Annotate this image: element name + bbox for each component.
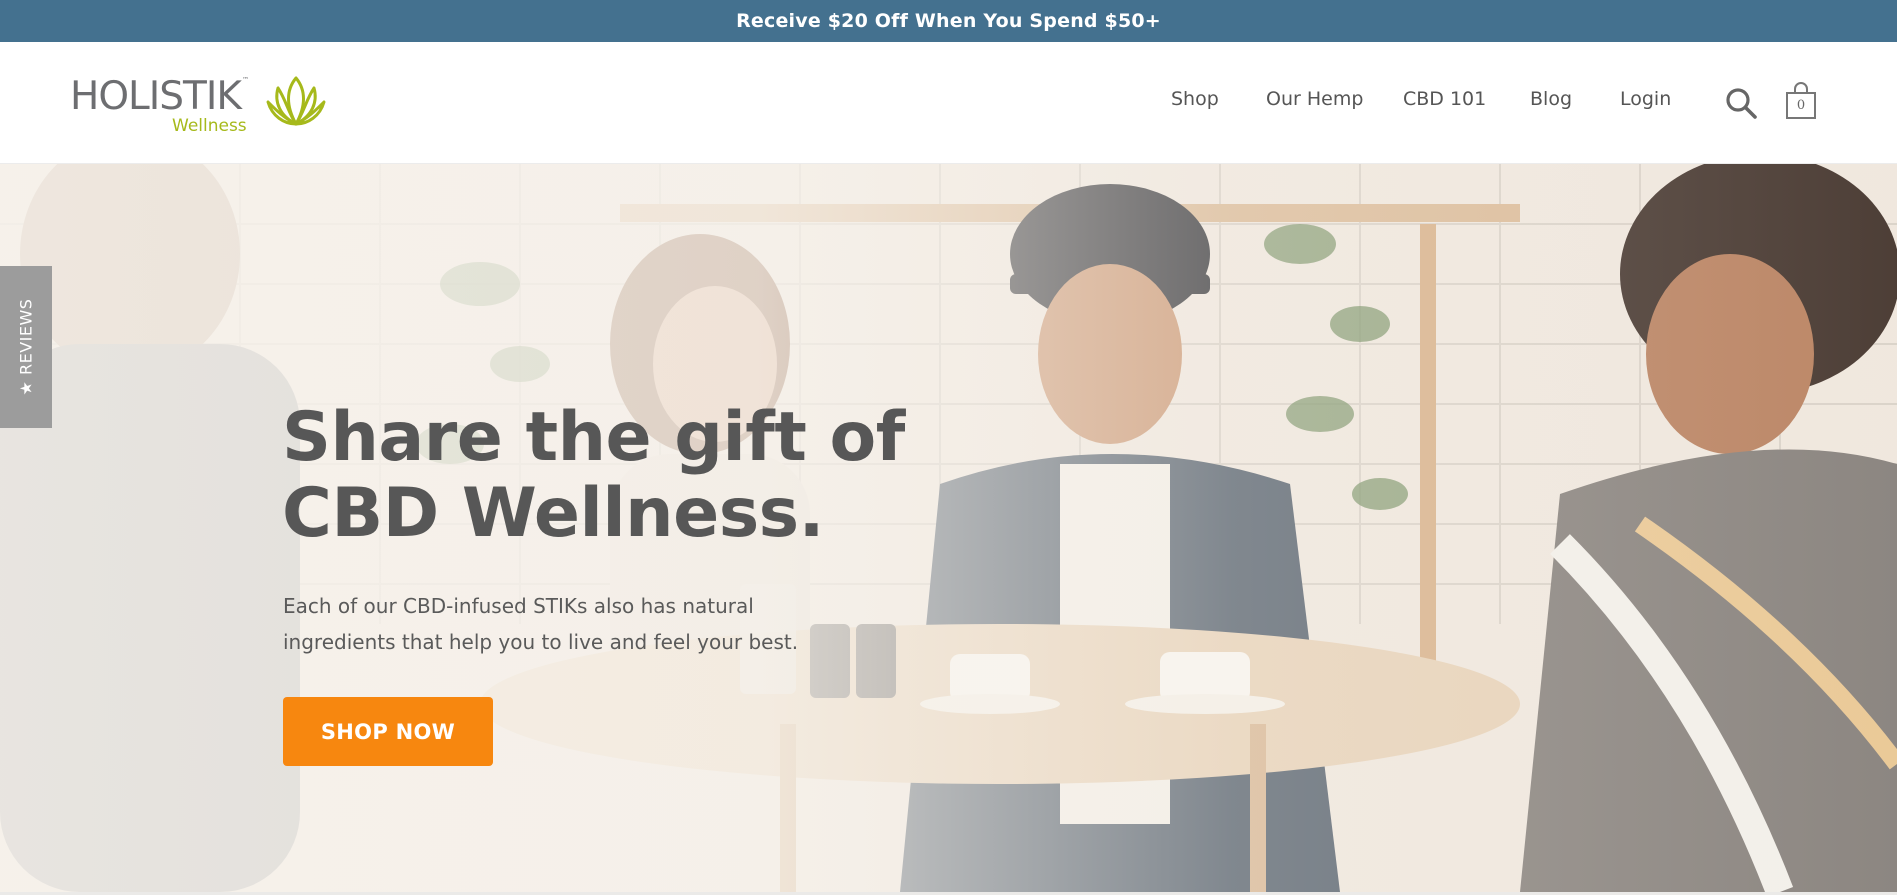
hero-title-line-2: CBD Wellness.	[282, 474, 824, 553]
nav-item-login[interactable]: Login	[1620, 88, 1671, 110]
hero-title: Share the gift of CBD Wellness.	[282, 400, 982, 552]
nav-item-shop[interactable]: Shop	[1171, 88, 1219, 110]
site-header: HOLISTIK ™ Wellness Shop Our Hemp CBD 10…	[0, 42, 1897, 164]
logo[interactable]: HOLISTIK ™ Wellness	[70, 72, 330, 142]
hero-banner: Share the gift of CBD Wellness. Each of …	[0, 164, 1897, 892]
lotus-icon	[266, 76, 326, 126]
search-icon[interactable]	[1724, 86, 1758, 120]
announcement-text: Receive $20 Off When You Spend $50+	[736, 10, 1161, 32]
hero-subtitle: Each of our CBD-infused STIKs also has n…	[283, 588, 823, 660]
hero-title-line-1: Share the gift of	[282, 398, 905, 477]
cart-count: 0	[1796, 98, 1806, 113]
reviews-tab-label: ★ REVIEWS	[16, 298, 36, 396]
logo-wordmark: HOLISTIK	[70, 74, 242, 119]
reviews-tab[interactable]: ★ REVIEWS	[0, 266, 52, 428]
cart-button[interactable]: 0	[1785, 82, 1817, 122]
nav-item-blog[interactable]: Blog	[1530, 88, 1572, 110]
hero-subtitle-line-1: Each of our CBD-infused STIKs also has n…	[283, 594, 754, 618]
nav-item-our-hemp[interactable]: Our Hemp	[1266, 88, 1363, 110]
hero-subtitle-line-2: ingredients that help you to live and fe…	[283, 630, 799, 654]
logo-tagline: Wellness	[172, 116, 247, 136]
announcement-bar: Receive $20 Off When You Spend $50+	[0, 0, 1897, 42]
logo-trademark: ™	[242, 76, 249, 84]
nav-item-cbd-101[interactable]: CBD 101	[1403, 88, 1486, 110]
shop-now-button[interactable]: SHOP NOW	[283, 697, 493, 766]
